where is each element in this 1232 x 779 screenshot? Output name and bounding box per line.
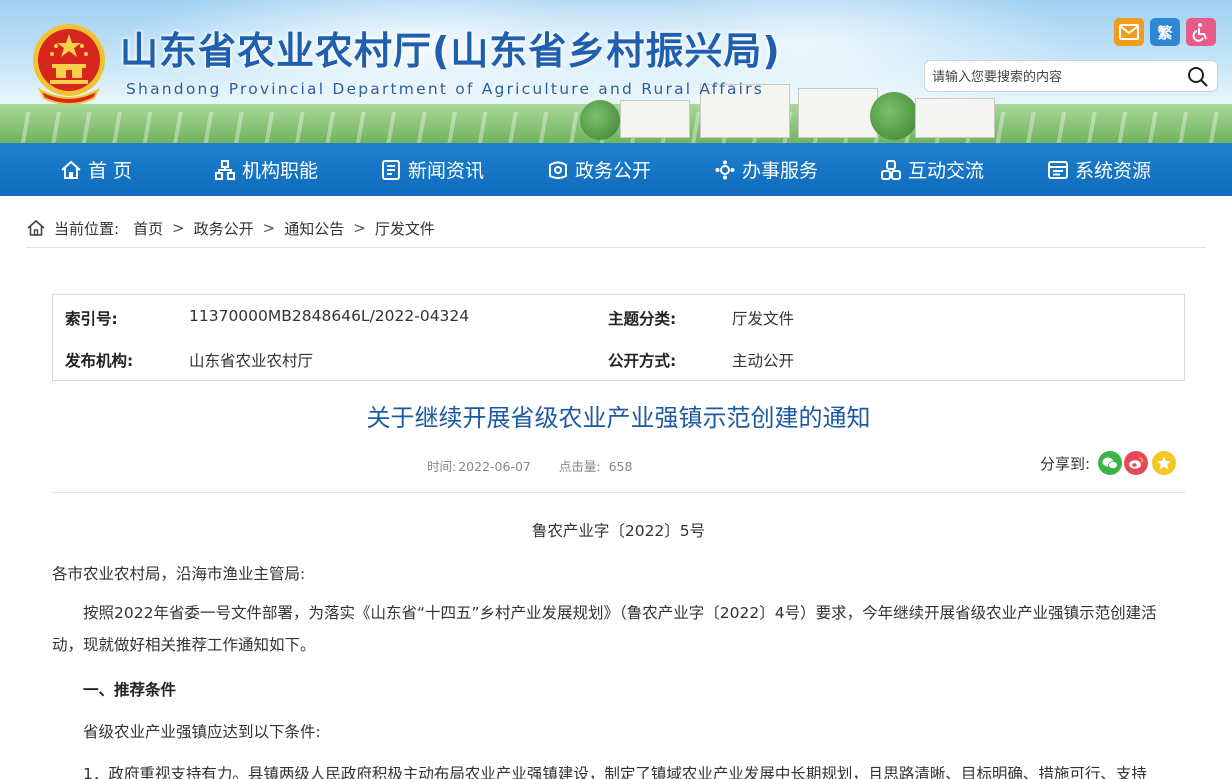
publisher-label: 发布机构: xyxy=(65,352,134,370)
nav-item-resource[interactable]: 系统资源 xyxy=(1047,143,1151,196)
document-paragraph: 1．政府重视支持有力。县镇两级人民政府积极主动布局农业产业强镇建设，制定了镇域农… xyxy=(83,765,1147,779)
breadcrumb-label: 当前位置: xyxy=(54,219,120,238)
header-tools: 繁 xyxy=(1114,18,1216,46)
document-paragraph: 按照2022年省委一号文件部署，为落实《山东省“十四五”乡村产业发展规划》（鲁农… xyxy=(52,604,1157,654)
time-value: 2022-06-07 xyxy=(458,459,531,474)
search-input[interactable] xyxy=(932,67,1180,87)
favorite-star-icon[interactable] xyxy=(1152,451,1177,475)
breadcrumb-item-home[interactable]: 首页 xyxy=(133,218,163,239)
wechat-share-icon[interactable] xyxy=(1098,451,1123,475)
disclosure-method-label: 公开方式: xyxy=(608,352,677,370)
breadcrumb-item-gov-open[interactable]: 政务公开 xyxy=(194,218,254,239)
nav-item-service[interactable]: 办事服务 xyxy=(714,143,818,196)
service-icon xyxy=(715,160,735,179)
views-value: 658 xyxy=(608,459,633,474)
disclosure-method-value: 主动公开 xyxy=(732,352,795,370)
org-icon xyxy=(215,159,235,180)
breadcrumb-separator: > xyxy=(262,219,276,237)
document-salutation: 各市农业农村局，沿海市渔业主管局: xyxy=(52,565,306,583)
resource-icon xyxy=(1048,160,1068,179)
main-nav: 首 页 机构职能 新闻资讯 政务公开 办事服务 互动交流 系统资源 xyxy=(0,143,1232,196)
document-title: 关于继续开展省级农业产业强镇示范创建的通知 xyxy=(366,404,871,432)
index-number-value: 11370000MB2848646L/2022-04324 xyxy=(189,307,470,325)
breadcrumb: 当前位置: 首页 > 政务公开 > 通知公告 > 厅发文件 xyxy=(26,217,435,239)
weibo-share-icon[interactable] xyxy=(1124,451,1149,475)
views-label: 点击量: xyxy=(558,459,601,474)
share-bar: 分享到: xyxy=(1040,451,1177,475)
breadcrumb-separator: > xyxy=(353,219,366,237)
index-number-label: 索引号: xyxy=(65,310,118,328)
interact-icon xyxy=(881,159,901,180)
nav-item-news[interactable]: 新闻资讯 xyxy=(380,143,484,196)
home-icon xyxy=(27,219,45,236)
publisher-value: 山东省农业农村厅 xyxy=(189,352,314,370)
site-subtitle: Shandong Provincial Department of Agricu… xyxy=(126,80,765,98)
news-icon xyxy=(382,159,400,180)
document-number: 鲁农产业字〔2022〕5号 xyxy=(531,522,706,540)
nav-item-home[interactable]: 首 页 xyxy=(60,143,132,196)
traditional-chinese-button[interactable]: 繁 xyxy=(1150,18,1180,46)
title-divider xyxy=(52,492,1185,493)
topic-value: 厅发文件 xyxy=(732,310,795,328)
document-info-table: 索引号: 11370000MB2848646L/2022-04324 主题分类:… xyxy=(52,294,1185,381)
topic-label: 主题分类: xyxy=(608,310,677,328)
header-banner: 山东省农业农村厅(山东省乡村振兴局) Shandong Provincial D… xyxy=(0,0,1232,143)
search-icon[interactable] xyxy=(1187,66,1209,88)
national-emblem-icon xyxy=(33,24,105,104)
home-icon xyxy=(61,160,81,179)
nav-item-interact[interactable]: 互动交流 xyxy=(880,143,984,196)
nav-item-org[interactable]: 机构职能 xyxy=(214,143,318,196)
breadcrumb-item-dept-docs[interactable]: 厅发文件 xyxy=(375,218,435,239)
nav-item-gov-open[interactable]: 政务公开 xyxy=(547,143,651,196)
breadcrumb-item-notices[interactable]: 通知公告 xyxy=(284,218,344,239)
breadcrumb-divider xyxy=(26,247,1206,248)
mail-icon[interactable] xyxy=(1114,18,1144,46)
share-label: 分享到: xyxy=(1040,454,1091,473)
document-meta: 时间: 2022-06-07 点击量: 658 xyxy=(427,456,656,475)
breadcrumb-separator: > xyxy=(172,219,185,237)
search-box xyxy=(924,60,1218,92)
document-paragraph: 省级农业产业强镇应达到以下条件: xyxy=(83,723,321,741)
gov-open-icon xyxy=(549,161,567,179)
section-heading: 一、推荐条件 xyxy=(83,681,177,699)
time-label: 时间: xyxy=(427,459,457,474)
site-title: 山东省农业农村厅(山东省乡村振兴局) xyxy=(120,29,781,73)
accessibility-icon[interactable] xyxy=(1186,18,1216,46)
